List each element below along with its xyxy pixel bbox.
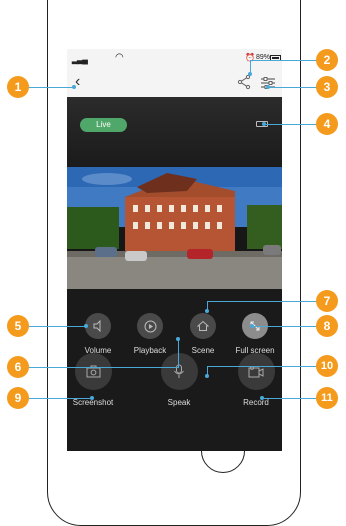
volume-button[interactable] <box>85 313 111 339</box>
record-button[interactable] <box>237 353 275 390</box>
fullscreen-control[interactable]: Full screen <box>229 313 281 355</box>
callout-line-10b <box>207 366 327 367</box>
callout-marker-7: 7 <box>316 290 338 312</box>
callout-dot-4 <box>262 122 266 126</box>
callout-dot-1 <box>72 85 76 89</box>
callout-dot-11 <box>260 396 264 400</box>
wifi-icon: ◠ <box>115 52 124 63</box>
share-icon[interactable] <box>237 74 251 90</box>
speak-label: Speak <box>167 398 191 407</box>
app-screen: ▂▃▄ ◠ ⏰ 89% ‹ Live Volume Playback Scene… <box>67 49 282 451</box>
volume-control[interactable]: Volume <box>72 313 124 355</box>
callout-marker-4: 4 <box>316 113 338 135</box>
callout-dot-3 <box>266 85 270 89</box>
callout-marker-2: 2 <box>316 49 338 71</box>
callout-marker-11: 11 <box>316 387 338 409</box>
callout-line-7b <box>207 301 327 302</box>
speak-button[interactable] <box>160 353 198 390</box>
callout-marker-6: 6 <box>7 356 29 378</box>
playback-button[interactable] <box>137 313 163 339</box>
callout-marker-1: 1 <box>7 76 29 98</box>
volume-icon <box>93 320 101 332</box>
callout-marker-9: 9 <box>7 387 29 409</box>
playback-icon <box>144 320 156 332</box>
playback-control[interactable]: Playback <box>124 313 176 355</box>
callout-dot-8 <box>250 324 254 328</box>
scene-icon <box>197 320 209 331</box>
scene-button[interactable] <box>190 313 216 339</box>
callout-marker-8: 8 <box>316 315 338 337</box>
callout-line-2b <box>250 60 326 61</box>
callout-dot-7 <box>205 309 209 313</box>
callout-line-6 <box>178 339 179 367</box>
live-header-area <box>67 97 282 167</box>
live-badge: Live <box>80 118 127 132</box>
screenshot-button[interactable] <box>74 353 112 390</box>
callout-line-6b <box>18 367 179 368</box>
live-video-feed[interactable] <box>67 167 282 289</box>
speak-control[interactable]: Speak <box>151 353 207 407</box>
callout-dot-5 <box>84 324 88 328</box>
callout-line-9 <box>18 398 92 399</box>
video-icon <box>248 365 264 377</box>
callout-marker-5: 5 <box>7 315 29 337</box>
callout-dot-2 <box>248 72 252 76</box>
scene-control[interactable]: Scene <box>177 313 229 355</box>
callout-dot-6 <box>176 337 180 341</box>
screenshot-label: Screenshot <box>72 398 114 407</box>
callout-marker-10: 10 <box>316 355 338 377</box>
back-icon[interactable]: ‹ <box>75 73 80 91</box>
callout-dot-9 <box>90 396 94 400</box>
callout-dot-10 <box>205 374 209 378</box>
signal-icon: ▂▃▄ <box>72 55 88 64</box>
record-label: Record <box>243 398 269 407</box>
callout-marker-3: 3 <box>316 76 338 98</box>
